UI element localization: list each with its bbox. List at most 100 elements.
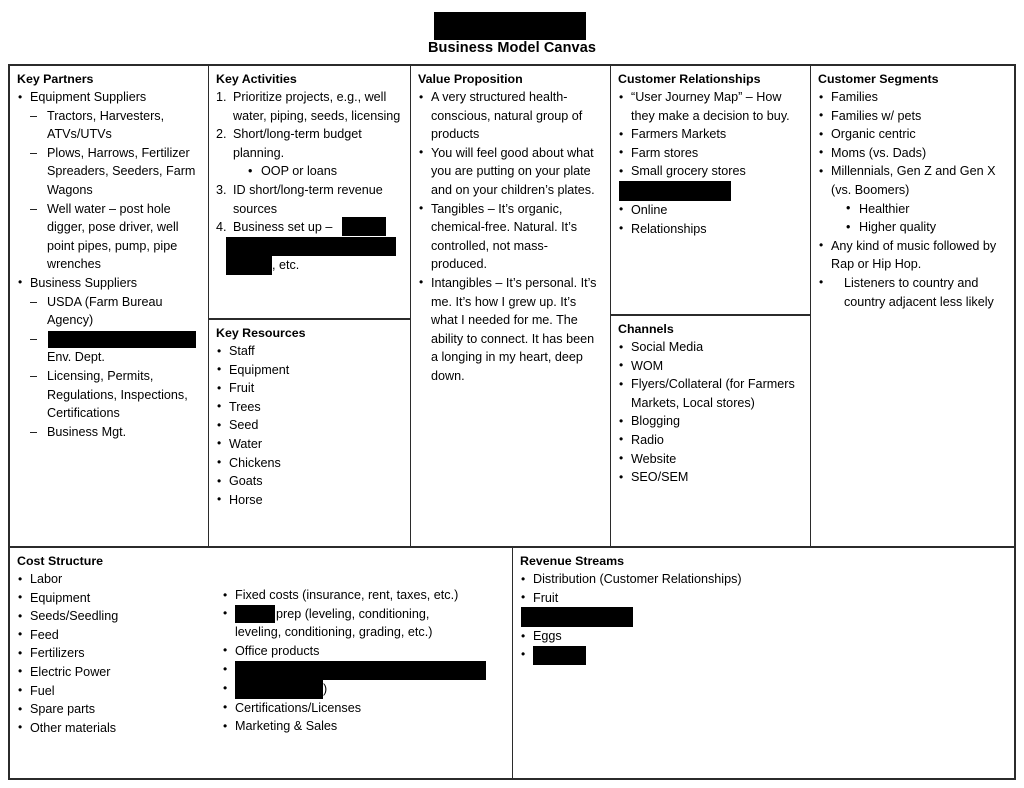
list-item: Licensing, Permits, Regulations, Inspect… bbox=[30, 367, 201, 423]
redaction-bar bbox=[48, 330, 196, 348]
list-item: Prioritize projects, e.g., well water, p… bbox=[216, 88, 404, 125]
title-redaction-bar bbox=[434, 12, 586, 40]
list-item-redacted: prep (leveling, conditioning, leveling, … bbox=[222, 604, 512, 642]
item-label: Fertilizers bbox=[30, 646, 85, 661]
list-item: SEO/SEM bbox=[618, 468, 803, 487]
redaction-bar bbox=[226, 255, 272, 275]
list-item: Short/long-term budget planning. OOP or … bbox=[216, 125, 404, 181]
customer-relationships-list: “User Journey Map” – How they make a dec… bbox=[618, 87, 803, 238]
item-label: Moms (vs. Dads) bbox=[831, 145, 927, 160]
list-item: Families bbox=[818, 88, 1007, 107]
list-item: USDA (Farm Bureau Agency) bbox=[30, 293, 201, 330]
customer-segments-list: Families Families w/ pets Organic centri… bbox=[818, 88, 1007, 311]
list-item: Spare parts bbox=[17, 700, 222, 719]
block-key-activities: Key Activities Prioritize projects, e.g.… bbox=[209, 66, 411, 318]
list-item: WOM bbox=[618, 356, 803, 376]
list-item: Horse bbox=[216, 490, 404, 510]
key-resources-list: Staff Equipment Fruit Trees Seed Water C… bbox=[216, 342, 404, 509]
item-label: Chickens bbox=[229, 455, 281, 470]
item-label: , etc. bbox=[272, 257, 300, 272]
revenue-streams-list: Distribution (Customer Relationships) Fr… bbox=[520, 570, 1007, 665]
item-label: Goats bbox=[229, 474, 263, 489]
key-activities-list: Prioritize projects, e.g., well water, p… bbox=[216, 88, 404, 275]
item-label: Organic centric bbox=[831, 127, 916, 142]
list-item: Equipment bbox=[17, 588, 222, 608]
block-revenue-streams: Revenue Streams Distribution (Customer R… bbox=[513, 548, 1014, 778]
list-item: ID short/long-term revenue sources bbox=[216, 181, 404, 218]
item-label: Distribution (Customer Relationships) bbox=[533, 572, 742, 586]
item-label: Equipment bbox=[30, 590, 91, 605]
item-label: Fruit bbox=[229, 381, 255, 396]
list-item: Office products bbox=[222, 641, 512, 661]
list-item: Equipment bbox=[216, 360, 404, 380]
list-item: Electric Power bbox=[17, 662, 222, 682]
block-key-partners: Key Partners Equipment Suppliers Tractor… bbox=[10, 66, 208, 546]
redaction-bar bbox=[235, 660, 486, 680]
list-item: Website bbox=[618, 449, 803, 469]
list-item: Eggs bbox=[520, 627, 1007, 646]
item-label: Any kind of music followed by Rap or Hip… bbox=[831, 238, 997, 272]
item-label: ) bbox=[323, 681, 328, 696]
item-label: Plows, Harrows, Fertilizer Spreaders, Se… bbox=[47, 145, 196, 197]
item-label: WOM bbox=[631, 358, 664, 373]
redaction-bar bbox=[235, 605, 275, 624]
item-label: Labor bbox=[30, 572, 63, 586]
list-item: Fertilizers bbox=[17, 644, 222, 663]
list-item: Higher quality bbox=[846, 218, 1007, 237]
item-label: Farm stores bbox=[631, 145, 699, 160]
block-title-customer-relationships: Customer Relationships bbox=[618, 72, 761, 86]
list-item: Flyers/Collateral (for Farmers Markets, … bbox=[618, 375, 803, 412]
item-label: Business Suppliers bbox=[30, 275, 138, 290]
item-label: Well water – post hole digger, pose driv… bbox=[47, 201, 179, 272]
list-item: Distribution (Customer Relationships) bbox=[520, 570, 1007, 589]
item-label: Millennials, Gen Z and Gen X (vs. Boomer… bbox=[831, 164, 996, 197]
list-item: Farmers Markets bbox=[618, 125, 803, 144]
list-item: You will feel good about what you are pu… bbox=[418, 143, 603, 200]
list-item: “User Journey Map” – How they make a dec… bbox=[618, 87, 803, 125]
list-item: OOP or loans bbox=[248, 162, 404, 181]
block-title-channels: Channels bbox=[618, 322, 674, 336]
block-channels: Channels Social Media WOM Flyers/Collate… bbox=[611, 316, 810, 546]
item-label: Licensing, Permits, Regulations, Inspect… bbox=[47, 368, 188, 421]
item-label: Online bbox=[631, 202, 668, 217]
cost-structure-column-left: Labor Equipment Seeds/Seedling Feed Fert… bbox=[17, 570, 222, 737]
key-partners-list: Equipment Suppliers Tractors, Harvesters… bbox=[17, 88, 201, 441]
item-label: “User Journey Map” – How they make a dec… bbox=[631, 90, 790, 123]
list-item: Certifications/Licenses bbox=[222, 698, 512, 718]
list-item: Fruit bbox=[520, 588, 1007, 608]
block-title-customer-segments: Customer Segments bbox=[818, 72, 939, 86]
item-label: Business Mgt. bbox=[47, 424, 127, 439]
item-label: Listeners to country and country adjacen… bbox=[844, 275, 994, 309]
redaction-bar bbox=[533, 645, 586, 665]
item-label: Horse bbox=[229, 492, 263, 507]
item-label: Trees bbox=[229, 399, 261, 414]
item-label: Water bbox=[229, 436, 263, 451]
block-title-cost-structure: Cost Structure bbox=[17, 554, 104, 568]
item-label: Flyers/Collateral (for Farmers Markets, … bbox=[631, 377, 795, 410]
list-item: Well water – post hole digger, pose driv… bbox=[30, 200, 201, 274]
sub-list: OOP or loans bbox=[233, 162, 404, 181]
list-item-redacted bbox=[222, 660, 512, 680]
list-item: Blogging bbox=[618, 412, 803, 431]
business-model-canvas-page: Business Model Canvas Key Partners Equip… bbox=[0, 0, 1024, 788]
item-label: ID short/long-term revenue sources bbox=[233, 182, 383, 216]
list-item: Goats bbox=[216, 472, 404, 491]
item-label: Small grocery stores bbox=[631, 164, 746, 179]
list-item: Tractors, Harvesters, ATVs/UTVs bbox=[30, 107, 201, 144]
list-item: Any kind of music followed by Rap or Hip… bbox=[818, 236, 1007, 274]
item-label: Tractors, Harvesters, ATVs/UTVs bbox=[47, 108, 165, 142]
canvas-grid: Key Partners Equipment Suppliers Tractor… bbox=[8, 64, 1016, 780]
list-item: Social Media bbox=[618, 338, 803, 357]
block-title-key-partners: Key Partners bbox=[17, 72, 94, 86]
list-item: Intangibles – It’s personal. It’s me. It… bbox=[418, 273, 603, 386]
block-key-resources: Key Resources Staff Equipment Fruit Tree… bbox=[209, 320, 411, 546]
list-item: Families w/ pets bbox=[818, 106, 1007, 126]
list-item: Staff bbox=[216, 342, 404, 361]
item-label: leveling, conditioning, grading, etc.) bbox=[235, 625, 433, 640]
item-label: Seed bbox=[229, 418, 259, 433]
block-title-key-activities: Key Activities bbox=[216, 72, 297, 86]
list-item: Radio bbox=[618, 430, 803, 450]
block-title-key-resources: Key Resources bbox=[216, 326, 306, 340]
item-label: Feed bbox=[30, 627, 59, 642]
item-label: Business set up – bbox=[233, 220, 333, 235]
